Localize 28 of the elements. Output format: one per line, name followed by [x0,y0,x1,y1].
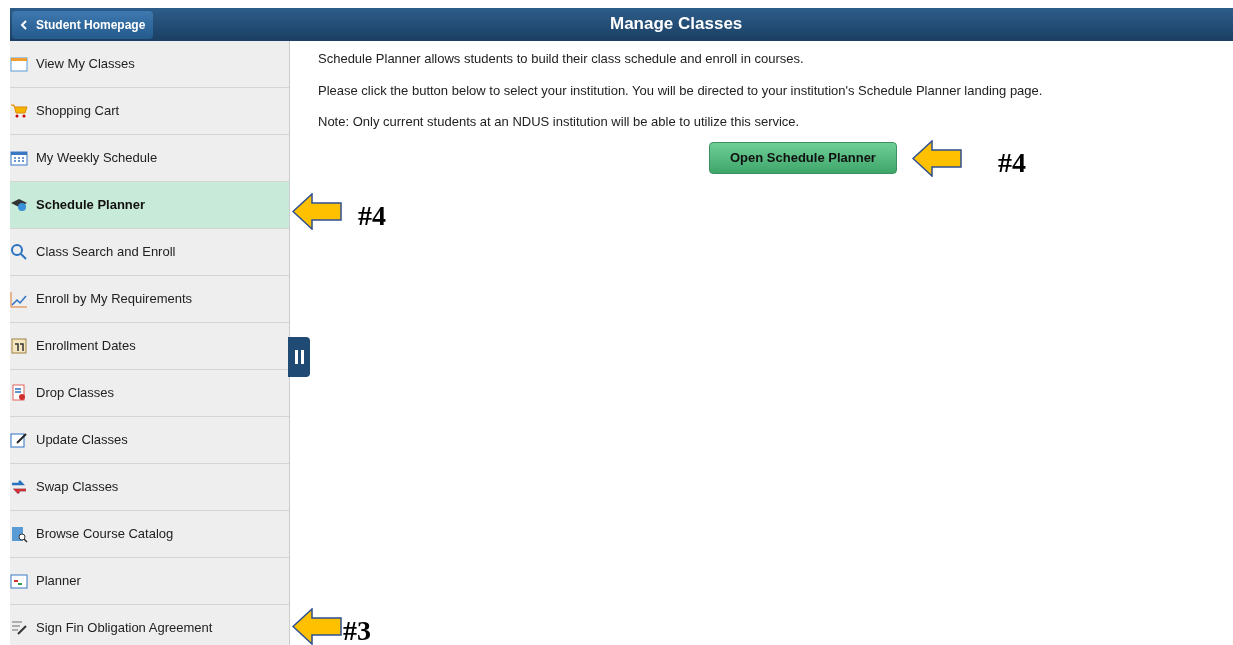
info-text: Note: Only current students at an NDUS institution will be able to utilize this service. [318,113,801,131]
callout-arrow-icon [292,608,342,645]
document-remove-icon [10,384,28,402]
calendar-grid-icon [10,149,28,167]
collapse-handle[interactable] [288,337,310,377]
back-button[interactable]: Student Homepage [12,10,154,39]
shopping-cart-icon [10,102,28,120]
page-title: Manage Classes [610,13,743,35]
callout-arrow-icon [292,193,342,230]
document-pen-icon [10,431,28,449]
callout-arrow-icon [912,140,962,177]
callout-label: #3 [343,614,371,645]
calendar-date-icon [10,337,28,355]
callout-label: #4 [358,199,386,233]
calendar-icon [10,55,28,73]
open-schedule-planner-button[interactable]: Open Schedule Planner [709,141,897,174]
search-icon [10,243,28,261]
info-text: Please click the button below to select your institution. You will be directed to your institution's Schedule Planner landing page. [318,81,1044,100]
chevron-left-icon [20,19,28,30]
document-pen-icon [10,619,28,637]
info-text: Schedule Planner allows students to build their class schedule and enroll in courses. [318,50,805,68]
calendar-planner-icon [10,572,28,590]
sidebar-item[interactable]: Schedule Planner [10,182,289,229]
graduation-cap-icon [10,196,28,214]
swap-arrows-icon [10,478,28,496]
callout-label: #4 [998,146,1026,180]
line-chart-icon [10,290,28,308]
catalog-search-icon [10,525,28,543]
